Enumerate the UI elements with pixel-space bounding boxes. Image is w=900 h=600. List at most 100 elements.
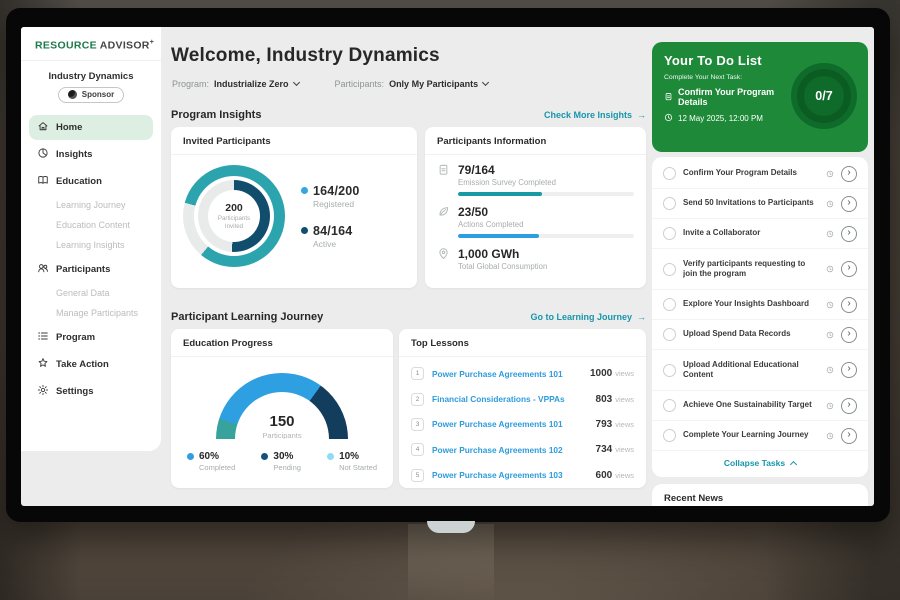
sidebar-item-insights[interactable]: Insights bbox=[29, 142, 153, 167]
sidebar: RESOURCE ADVISOR+ Industry Dynamics Spon… bbox=[21, 27, 161, 451]
card-title: Education Progress bbox=[171, 329, 393, 357]
page-title: Welcome, Industry Dynamics bbox=[171, 45, 440, 67]
program-insights-header: Program Insights Check More Insights → bbox=[171, 109, 646, 121]
section-title: Program Insights bbox=[171, 109, 261, 121]
survey-icon bbox=[437, 163, 450, 196]
collapse-tasks-link[interactable]: Collapse Tasks bbox=[652, 451, 868, 475]
lesson-link[interactable]: Power Purchase Agreements 101 bbox=[432, 419, 563, 429]
education-progress-gauge: 150 Participants bbox=[216, 373, 348, 439]
gear-icon bbox=[37, 384, 49, 399]
task-checkbox[interactable] bbox=[663, 227, 676, 240]
card-title: Participants Information bbox=[425, 127, 646, 155]
dashboard-screen: RESOURCE ADVISOR+ Industry Dynamics Spon… bbox=[21, 27, 874, 506]
arrow-right-icon: → bbox=[637, 312, 646, 322]
legend-value: 10% bbox=[339, 451, 377, 462]
info-value: 23/50 bbox=[458, 205, 634, 219]
legend-label: Completed bbox=[199, 463, 235, 472]
task-expand-button[interactable]: › bbox=[841, 327, 857, 343]
sidebar-item-label: Learning Insights bbox=[56, 240, 125, 250]
program-dropdown[interactable]: Program: Industrialize Zero bbox=[172, 79, 299, 89]
chevron-down-icon bbox=[292, 79, 299, 86]
sidebar-item-label: General Data bbox=[56, 288, 110, 298]
sidebar-item-take-action[interactable]: Take Action bbox=[29, 352, 153, 377]
gauge-center-label: Participants bbox=[216, 431, 348, 439]
task-row[interactable]: Invite a Collaborator › bbox=[652, 219, 868, 249]
lesson-rank: 3 bbox=[411, 418, 424, 431]
task-checkbox[interactable] bbox=[663, 399, 676, 412]
sidebar-item-education-content[interactable]: Education Content bbox=[29, 216, 153, 235]
task-checkbox[interactable] bbox=[663, 328, 676, 341]
sidebar-item-label: Participants bbox=[56, 264, 110, 275]
task-row[interactable]: Verify participants requesting to join t… bbox=[652, 249, 868, 290]
arrow-right-icon: → bbox=[637, 110, 646, 120]
link-label: Go to Learning Journey bbox=[530, 312, 632, 322]
program-dropdown-value: Industrialize Zero bbox=[214, 79, 289, 89]
learning-journey-header: Participant Learning Journey Go to Learn… bbox=[171, 311, 646, 323]
task-expand-button[interactable]: › bbox=[841, 226, 857, 242]
lesson-link[interactable]: Financial Considerations - VPPAs bbox=[432, 394, 565, 404]
sidebar-item-participants[interactable]: Participants bbox=[29, 257, 153, 282]
info-row: 23/50 Actions Completed bbox=[437, 205, 634, 238]
sidebar-item-learning-insights[interactable]: Learning Insights bbox=[29, 236, 153, 255]
task-checkbox[interactable] bbox=[663, 263, 676, 276]
task-row[interactable]: Achieve One Sustainability Target › bbox=[652, 391, 868, 421]
filters-row: Program: Industrialize Zero Participants… bbox=[172, 79, 488, 89]
task-expand-button[interactable]: › bbox=[841, 261, 857, 277]
donut-center-label: Participants Invited bbox=[214, 215, 254, 231]
deadline-clock-icon bbox=[826, 200, 834, 208]
legend-dot bbox=[301, 227, 308, 234]
deadline-clock-icon bbox=[826, 331, 834, 339]
sidebar-item-education[interactable]: Education bbox=[29, 169, 153, 194]
deadline-clock-icon bbox=[826, 170, 834, 178]
task-checkbox[interactable] bbox=[663, 429, 676, 442]
task-expand-button[interactable]: › bbox=[841, 297, 857, 313]
lesson-row: 3 Power Purchase Agreements 101 793 view… bbox=[411, 412, 634, 437]
participants-dropdown-value: Only My Participants bbox=[389, 79, 478, 89]
lesson-views: 1000 bbox=[590, 368, 612, 379]
sidebar-item-general-data[interactable]: General Data bbox=[29, 284, 153, 303]
sidebar-item-learning-journey[interactable]: Learning Journey bbox=[29, 196, 153, 215]
monitor-stand-mount bbox=[427, 521, 475, 533]
card-title: Top Lessons bbox=[399, 329, 646, 357]
task-row[interactable]: Send 50 Invitations to Participants › bbox=[652, 189, 868, 219]
deadline-clock-icon bbox=[826, 265, 834, 273]
task-row[interactable]: Upload Spend Data Records › bbox=[652, 320, 868, 350]
info-label: Emission Survey Completed bbox=[458, 178, 634, 187]
task-expand-button[interactable]: › bbox=[841, 166, 857, 182]
task-row[interactable]: Explore Your Insights Dashboard › bbox=[652, 290, 868, 320]
task-expand-button[interactable]: › bbox=[841, 362, 857, 378]
go-to-learning-journey-link[interactable]: Go to Learning Journey → bbox=[530, 312, 646, 322]
check-more-insights-link[interactable]: Check More Insights → bbox=[544, 110, 646, 120]
home-icon bbox=[37, 120, 49, 135]
sidebar-item-manage-participants[interactable]: Manage Participants bbox=[29, 304, 153, 323]
legend-dot bbox=[261, 453, 268, 460]
participants-dropdown[interactable]: Participants: Only My Participants bbox=[335, 79, 489, 89]
lesson-link[interactable]: Power Purchase Agreements 102 bbox=[432, 445, 563, 455]
task-checkbox[interactable] bbox=[663, 364, 676, 377]
task-row[interactable]: Confirm Your Program Details › bbox=[652, 159, 868, 189]
donut-center-value: 200 bbox=[225, 202, 243, 214]
legend-item: 164/200 Registered bbox=[301, 184, 360, 209]
book-icon bbox=[37, 174, 49, 189]
sidebar-item-home[interactable]: Home bbox=[29, 115, 153, 140]
task-expand-button[interactable]: › bbox=[841, 398, 857, 414]
sidebar-item-program[interactable]: Program bbox=[29, 325, 153, 350]
deadline-clock-icon bbox=[826, 301, 834, 309]
task-expand-button[interactable]: › bbox=[841, 428, 857, 444]
lesson-link[interactable]: Power Purchase Agreements 101 bbox=[432, 369, 563, 379]
task-expand-button[interactable]: › bbox=[841, 196, 857, 212]
sidebar-item-settings[interactable]: Settings bbox=[29, 379, 153, 404]
lesson-link[interactable]: Power Purchase Agreements 103 bbox=[432, 470, 563, 480]
task-checkbox[interactable] bbox=[663, 298, 676, 311]
task-label: Explore Your Insights Dashboard bbox=[683, 299, 819, 309]
sponsor-icon bbox=[68, 90, 77, 99]
legend-item: 84/164 Active bbox=[301, 224, 360, 249]
task-checkbox[interactable] bbox=[663, 167, 676, 180]
task-checkbox[interactable] bbox=[663, 197, 676, 210]
sidebar-item-label: Take Action bbox=[56, 359, 109, 370]
donut-legend: 164/200 Registered 84/164 Active bbox=[301, 184, 360, 249]
todo-list-card: Confirm Your Program Details › Send 50 I… bbox=[652, 157, 868, 477]
task-label: Send 50 Invitations to Participants bbox=[683, 198, 819, 208]
task-row[interactable]: Upload Additional Educational Content › bbox=[652, 350, 868, 391]
task-row[interactable]: Complete Your Learning Journey › bbox=[652, 421, 868, 451]
